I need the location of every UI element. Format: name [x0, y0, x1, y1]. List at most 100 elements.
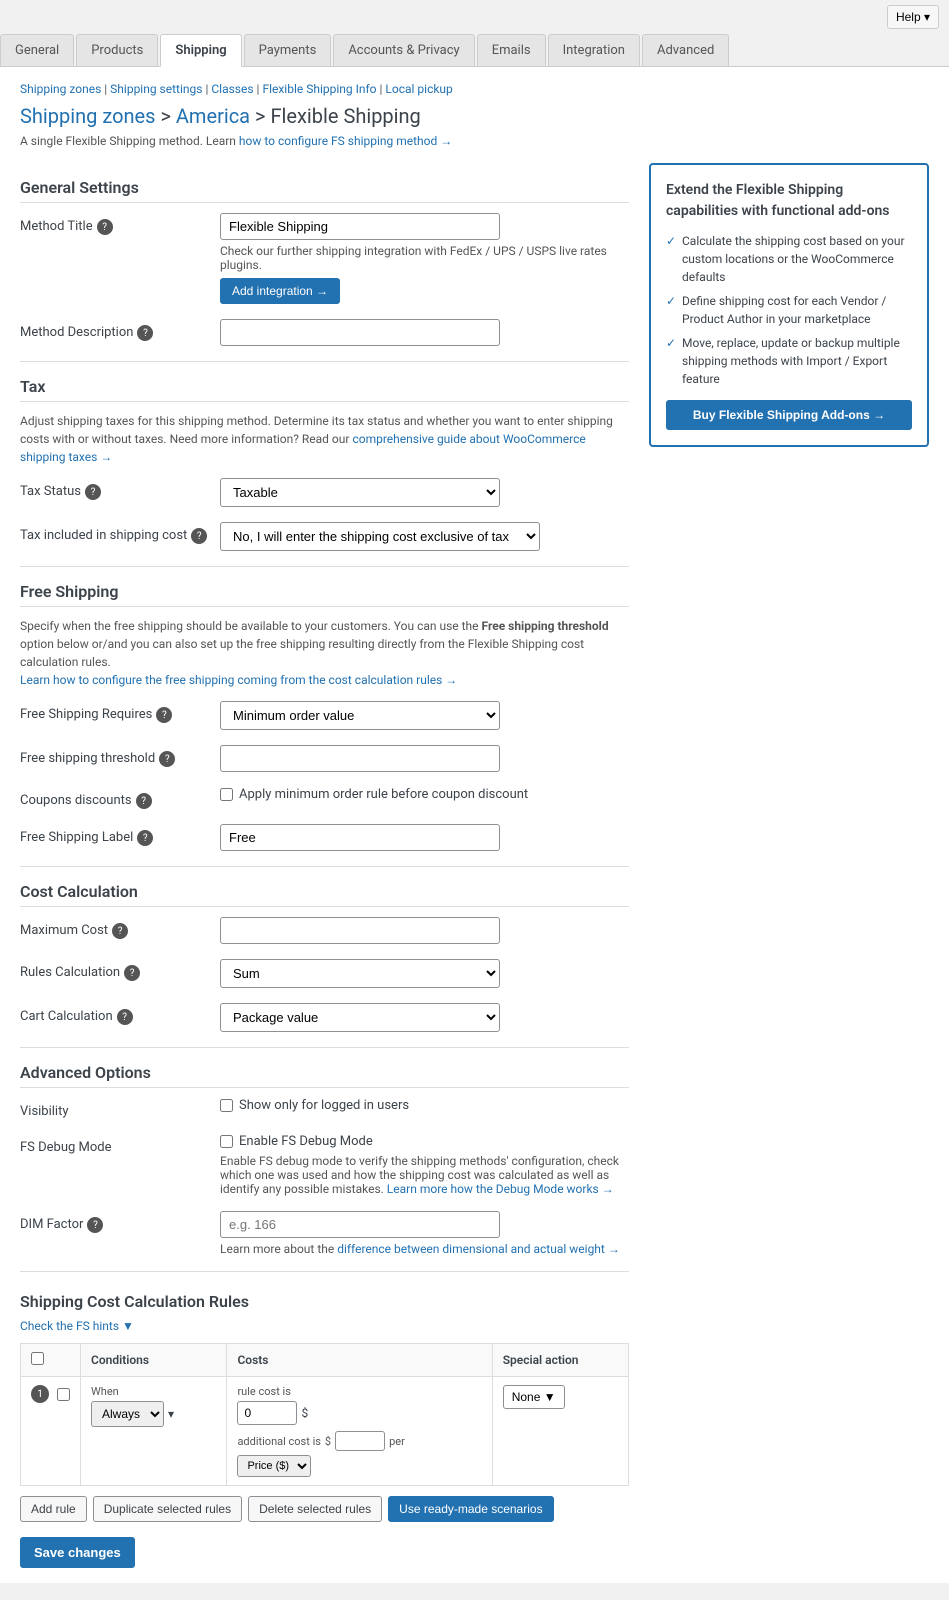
tax-included-row: Tax included in shipping cost ? No, I wi…: [20, 522, 629, 551]
add-rule-button[interactable]: Add rule: [20, 1496, 87, 1522]
free-shipping-label-help[interactable]: ?: [137, 830, 153, 846]
tax-status-select[interactable]: Taxable None: [220, 478, 500, 507]
tab-general[interactable]: General: [0, 34, 74, 66]
advanced-options-title: Advanced Options: [20, 1063, 629, 1088]
col-checkbox: [21, 1344, 81, 1377]
tab-advanced[interactable]: Advanced: [642, 34, 729, 66]
always-select-wrapper: Always ▾: [91, 1401, 216, 1427]
chevron-down-icon: ▾: [168, 1407, 174, 1421]
america-breadcrumb-link[interactable]: America: [176, 104, 250, 128]
additional-cost-row: additional cost is $ per: [237, 1431, 481, 1451]
free-shipping-label-input[interactable]: [220, 824, 500, 851]
free-shipping-threshold-input[interactable]: [220, 745, 500, 772]
dim-factor-help[interactable]: ?: [87, 1217, 103, 1233]
maximum-cost-help[interactable]: ?: [112, 923, 128, 939]
method-title-input[interactable]: [220, 213, 500, 240]
shipping-zones-link[interactable]: Shipping zones: [20, 82, 101, 96]
promo-feature-3: Move, replace, update or backup multiple…: [666, 334, 912, 388]
save-changes-button[interactable]: Save changes: [20, 1537, 135, 1568]
price-select[interactable]: Price ($) Weight Quantity Volume: [237, 1455, 311, 1477]
col-special-action: Special action: [492, 1344, 628, 1377]
rules-calculation-select[interactable]: Sum Smallest value Biggest value: [220, 959, 500, 988]
buy-addons-button[interactable]: Buy Flexible Shipping Add-ons →: [666, 400, 912, 430]
tax-status-help[interactable]: ?: [85, 484, 101, 500]
tab-products[interactable]: Products: [76, 34, 158, 66]
coupons-discounts-help[interactable]: ?: [136, 793, 152, 809]
help-button[interactable]: Help ▾: [887, 5, 939, 29]
rule-cost-input[interactable]: [237, 1401, 297, 1425]
shipping-cost-rules-section: Shipping Cost Calculation Rules Check th…: [20, 1292, 629, 1522]
rule-row-controls: 1: [21, 1377, 81, 1486]
currency-symbol: $: [301, 1406, 308, 1420]
rules-calculation-help[interactable]: ?: [124, 965, 140, 981]
tab-shipping[interactable]: Shipping: [160, 34, 241, 67]
current-page-label: Flexible Shipping: [270, 104, 420, 128]
cart-calculation-select[interactable]: Package value Cart value: [220, 1003, 500, 1032]
shipping-zones-breadcrumb-link[interactable]: Shipping zones: [20, 104, 155, 128]
tab-emails[interactable]: Emails: [477, 34, 546, 66]
select-all-checkbox[interactable]: [31, 1352, 44, 1365]
maximum-cost-input[interactable]: [220, 917, 500, 944]
delete-rules-button[interactable]: Delete selected rules: [248, 1496, 382, 1522]
price-select-wrapper: Price ($) Weight Quantity Volume: [237, 1455, 481, 1477]
free-shipping-label-row: Free Shipping Label ?: [20, 824, 629, 851]
always-select[interactable]: Always: [91, 1401, 164, 1427]
visibility-checkbox[interactable]: [220, 1099, 233, 1112]
additional-cost-label: additional cost is: [237, 1435, 320, 1448]
flexible-shipping-info-link[interactable]: Flexible Shipping Info: [262, 82, 376, 96]
free-shipping-requires-select[interactable]: Minimum order value Coupon Minimum order…: [220, 701, 500, 730]
coupons-discounts-checkbox[interactable]: [220, 788, 233, 801]
shipping-cost-rules-title: Shipping Cost Calculation Rules: [20, 1292, 629, 1311]
method-description-help[interactable]: ?: [137, 325, 153, 341]
rule-costs-cell: rule cost is $ additional cost is $: [227, 1377, 492, 1486]
fs-debug-mode-row: FS Debug Mode Enable FS Debug Mode Enabl…: [20, 1134, 629, 1196]
promo-feature-1: Calculate the shipping cost based on you…: [666, 232, 912, 286]
tab-accounts-privacy[interactable]: Accounts & Privacy: [333, 34, 474, 66]
shipping-sub-nav: Shipping zones | Shipping settings | Cla…: [20, 82, 929, 96]
rule-conditions-cell: When Always ▾: [81, 1377, 227, 1486]
dim-factor-link[interactable]: difference between dimensional and actua…: [337, 1242, 620, 1256]
fs-debug-mode-checkbox[interactable]: [220, 1135, 233, 1148]
promo-sidebar: Extend the Flexible Shipping capabilitie…: [649, 163, 929, 1568]
free-shipping-threshold-row: Free shipping threshold ?: [20, 745, 629, 772]
debug-mode-link[interactable]: Learn more how the Debug Mode works →: [387, 1182, 614, 1196]
col-costs: Costs: [227, 1344, 492, 1377]
tax-included-select[interactable]: No, I will enter the shipping cost exclu…: [220, 522, 540, 551]
rule-row-checkbox[interactable]: [57, 1388, 70, 1401]
tax-included-help[interactable]: ?: [191, 528, 207, 544]
cart-calculation-help[interactable]: ?: [117, 1009, 133, 1025]
promo-feature-2: Define shipping cost for each Vendor / P…: [666, 292, 912, 328]
classes-link[interactable]: Classes: [211, 82, 253, 96]
fs-hints-link[interactable]: Check the FS hints ▼: [20, 1319, 134, 1333]
maximum-cost-row: Maximum Cost ?: [20, 917, 629, 944]
dim-factor-row: DIM Factor ? Learn more about the differ…: [20, 1211, 629, 1256]
local-pickup-link[interactable]: Local pickup: [385, 82, 452, 96]
ready-made-scenarios-button[interactable]: Use ready-made scenarios: [388, 1496, 553, 1522]
method-description-input[interactable]: [220, 319, 500, 346]
method-title-hint: Check our further shipping integration w…: [220, 244, 629, 272]
rules-table: Conditions Costs Special action 1: [20, 1343, 629, 1486]
page-subtitle: A single Flexible Shipping method. Learn…: [20, 134, 929, 148]
tax-status-row: Tax Status ? Taxable None: [20, 478, 629, 507]
free-shipping-threshold-help[interactable]: ?: [159, 751, 175, 767]
tax-section-title: Tax: [20, 377, 629, 402]
additional-cost-input[interactable]: [335, 1431, 385, 1451]
add-integration-button[interactable]: Add integration →: [220, 278, 340, 304]
tab-integration[interactable]: Integration: [548, 34, 640, 66]
free-shipping-description: Specify when the free shipping should be…: [20, 617, 629, 689]
cart-calculation-row: Cart Calculation ? Package value Cart va…: [20, 1003, 629, 1032]
duplicate-rules-button[interactable]: Duplicate selected rules: [93, 1496, 242, 1522]
general-settings-title: General Settings: [20, 178, 629, 203]
none-dropdown-button[interactable]: None ▼: [503, 1385, 565, 1409]
dim-factor-input[interactable]: [220, 1211, 500, 1238]
free-shipping-requires-row: Free Shipping Requires ? Minimum order v…: [20, 701, 629, 730]
free-shipping-requires-help[interactable]: ?: [156, 707, 172, 723]
method-title-row: Method Title ? Check our further shippin…: [20, 213, 629, 304]
method-title-help[interactable]: ?: [97, 219, 113, 235]
configure-fs-link[interactable]: how to configure FS shipping method →: [239, 134, 452, 148]
page-breadcrumb: Shipping zones > America > Flexible Ship…: [20, 104, 929, 128]
free-shipping-rules-link[interactable]: Learn how to configure the free shipping…: [20, 673, 457, 687]
shipping-settings-link[interactable]: Shipping settings: [110, 82, 202, 96]
visibility-label: Show only for logged in users: [239, 1098, 409, 1113]
tab-payments[interactable]: Payments: [244, 34, 332, 66]
